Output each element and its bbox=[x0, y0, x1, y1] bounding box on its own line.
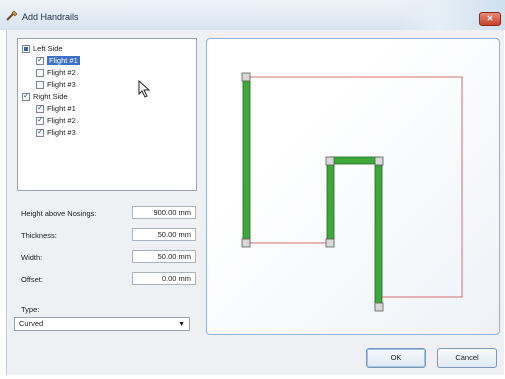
handrail-handle[interactable] bbox=[374, 156, 384, 166]
handrail-handle[interactable] bbox=[241, 72, 251, 82]
preview-canvas bbox=[241, 72, 463, 312]
right-side-checkbox[interactable] bbox=[22, 91, 30, 101]
title-bar: Add Handrails ✕ bbox=[0, 0, 505, 30]
tree-item-left-flight-2[interactable]: Flight #2 bbox=[36, 67, 76, 78]
mouse-cursor-icon bbox=[138, 80, 151, 98]
left-flight-2-checkbox[interactable] bbox=[36, 68, 44, 77]
handrail-handle[interactable] bbox=[325, 156, 335, 166]
tree-item-label: Flight #2 bbox=[47, 116, 76, 125]
tree-group-label: Right Side bbox=[33, 92, 68, 101]
type-label: Type: bbox=[21, 305, 40, 314]
handrail-handle[interactable] bbox=[374, 302, 384, 312]
handrail-handle[interactable] bbox=[241, 238, 251, 248]
handrail-tool-icon bbox=[6, 10, 18, 21]
tree-item-left-flight-3[interactable]: Flight #3 bbox=[36, 79, 76, 90]
handrail-right-flight-3 bbox=[374, 160, 383, 308]
tree-group-left-side[interactable]: Left Side bbox=[22, 43, 63, 54]
type-select-value: Curved bbox=[19, 319, 44, 328]
handrail-preview bbox=[206, 38, 500, 335]
tree-item-right-flight-3[interactable]: Flight #3 bbox=[36, 127, 76, 138]
tree-item-left-flight-1[interactable]: Flight #1 bbox=[36, 55, 80, 66]
add-handrails-dialog: Add Handrails ✕ Left Side Flight #1 Flig… bbox=[0, 0, 505, 379]
tree-item-right-flight-2[interactable]: Flight #2 bbox=[36, 115, 76, 126]
height-input[interactable]: 900.00 mm bbox=[132, 206, 196, 219]
offset-label: Offset: bbox=[21, 275, 43, 284]
right-flight-2-checkbox[interactable] bbox=[36, 115, 44, 125]
left-flight-3-checkbox[interactable] bbox=[36, 80, 44, 89]
tree-item-label: Flight #1 bbox=[47, 56, 80, 65]
close-button[interactable]: ✕ bbox=[479, 12, 501, 26]
close-icon: ✕ bbox=[486, 14, 494, 23]
ok-button[interactable]: OK bbox=[366, 348, 426, 368]
handrail-right-flight-2 bbox=[329, 156, 380, 165]
offset-input[interactable]: 0.00 mm bbox=[132, 272, 196, 285]
tree-item-label: Flight #3 bbox=[47, 128, 76, 137]
chevron-down-icon: ▼ bbox=[178, 321, 185, 328]
tree-item-label: Flight #2 bbox=[47, 68, 76, 77]
flight-tree[interactable]: Left Side Flight #1 Flight #2 Flight #3 … bbox=[17, 38, 197, 191]
width-input[interactable]: 50.00 mm bbox=[132, 250, 196, 263]
handrail-left-flight-1 bbox=[242, 76, 251, 244]
thickness-input[interactable]: 50.00 mm bbox=[132, 228, 196, 241]
right-flight-1-checkbox[interactable] bbox=[36, 103, 44, 113]
type-select[interactable]: Curved ▼ bbox=[14, 317, 190, 331]
tree-item-label: Flight #3 bbox=[47, 80, 76, 89]
tree-group-label: Left Side bbox=[33, 44, 63, 53]
tree-item-right-flight-1[interactable]: Flight #1 bbox=[36, 103, 76, 114]
width-label: Width: bbox=[21, 253, 43, 262]
height-label: Height above Nosings: bbox=[21, 209, 97, 218]
tree-item-label: Flight #1 bbox=[47, 104, 76, 113]
handrail-handle[interactable] bbox=[325, 238, 335, 248]
thickness-label: Thickness: bbox=[21, 231, 57, 240]
dialog-title: Add Handrails bbox=[22, 12, 79, 22]
left-flight-1-checkbox[interactable] bbox=[36, 55, 44, 65]
right-flight-3-checkbox[interactable] bbox=[36, 127, 44, 137]
stair-outline bbox=[246, 76, 463, 298]
handrail-right-flight-1 bbox=[326, 160, 335, 244]
cancel-button[interactable]: Cancel bbox=[437, 348, 497, 368]
left-side-checkbox[interactable] bbox=[22, 44, 30, 53]
tree-group-right-side[interactable]: Right Side bbox=[22, 91, 68, 102]
